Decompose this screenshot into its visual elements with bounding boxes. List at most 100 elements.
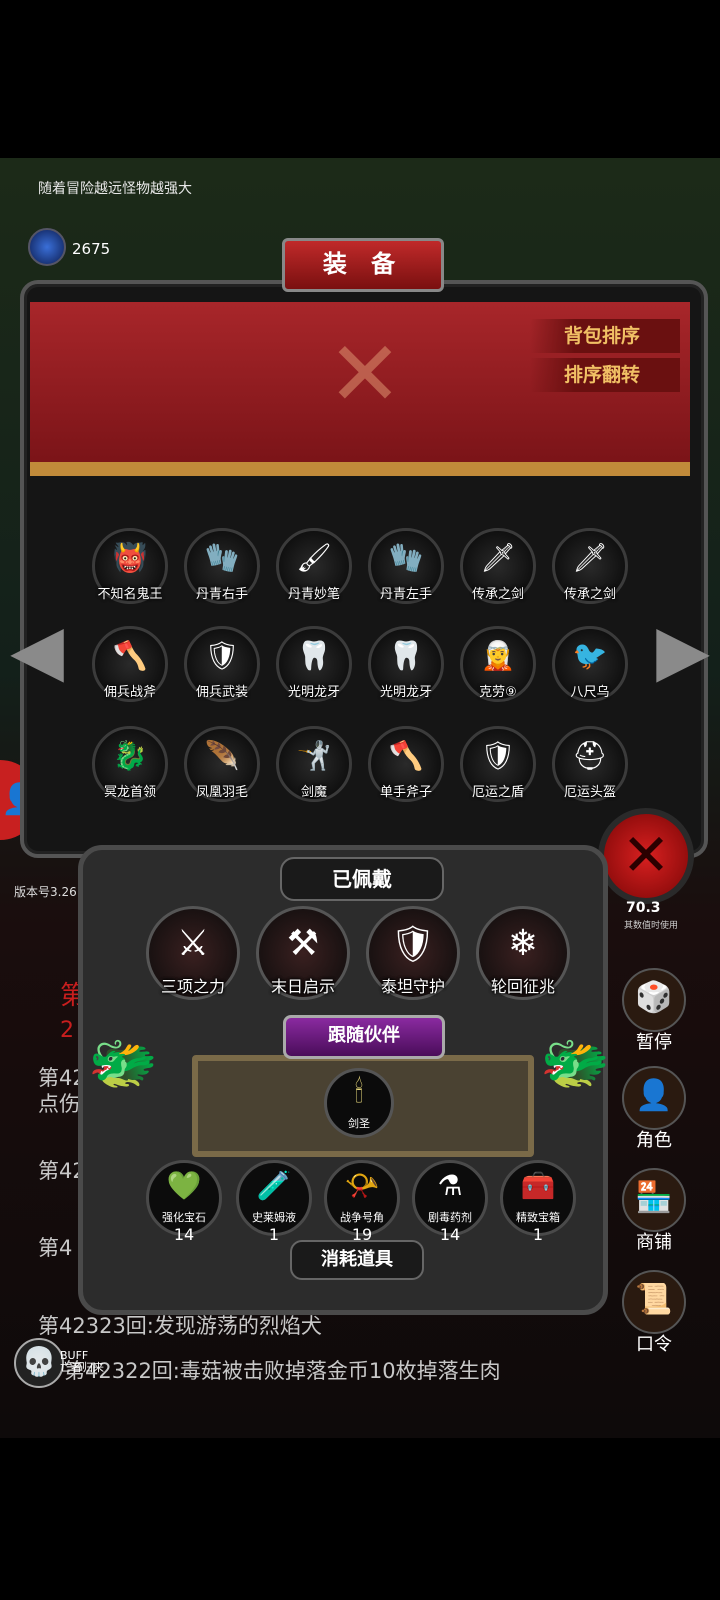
titan-armor-icon: 🛡 bbox=[390, 924, 436, 965]
equipment-label: 佣兵武装 bbox=[195, 685, 248, 700]
equipment-label: 不知名鬼王 bbox=[97, 587, 163, 602]
equipment-label: 光明龙牙 bbox=[379, 685, 432, 700]
horn-icon: 📯 bbox=[344, 1169, 380, 1202]
consumable-slot[interactable]: 🧪 史莱姆液 1 bbox=[236, 1160, 312, 1244]
consumable-label: 精致宝箱 bbox=[516, 1211, 560, 1224]
side-menu-label[interactable]: 暂停 bbox=[622, 1028, 686, 1054]
consumable-count: 1 bbox=[532, 1225, 544, 1244]
consumable-count: 14 bbox=[439, 1225, 461, 1244]
equipment-slot[interactable]: ⛑ 厄运头盔 bbox=[552, 726, 628, 802]
side-menu-button[interactable]: 📜 bbox=[622, 1270, 686, 1334]
companion-slot[interactable]: 🕯 剑圣 bbox=[324, 1068, 394, 1138]
side-menu-label[interactable]: 口令 bbox=[622, 1330, 686, 1356]
equipment-label: 丹青左手 bbox=[379, 587, 432, 602]
character-icon: 🧝 bbox=[480, 639, 516, 672]
equipment-slot[interactable]: 🤺 剑魔 bbox=[276, 726, 352, 802]
equipped-label: 轮回征兆 bbox=[490, 977, 555, 996]
chest-icon: 🧰 bbox=[520, 1169, 556, 1202]
sword-icon: 🗡 bbox=[572, 541, 608, 574]
consumable-slot[interactable]: ⚗ 剧毒药剂 14 bbox=[412, 1160, 488, 1244]
equipment-slot[interactable]: 🦷 光明龙牙 bbox=[368, 626, 444, 702]
equipped-label: 三项之力 bbox=[160, 977, 225, 996]
consumable-count: 14 bbox=[173, 1225, 195, 1244]
log-fragment: 第4 bbox=[38, 1236, 73, 1260]
equipment-slot[interactable]: 🪓 佣兵战斧 bbox=[92, 626, 168, 702]
glove-icon: 🧤 bbox=[204, 541, 240, 574]
next-page-arrow-icon[interactable]: ▶ bbox=[650, 585, 716, 715]
hooded-figure-icon: 👤 bbox=[635, 1078, 673, 1113]
ice-scepter-icon: ❄ bbox=[507, 923, 539, 964]
equipped-label: 泰坦守护 bbox=[380, 977, 445, 996]
scroll-icon: 📜 bbox=[635, 1282, 673, 1317]
log-line: 第42322回:毒菇被击败掉落金币10枚掉落生肉 bbox=[64, 1359, 501, 1383]
consumable-slot[interactable]: 🧰 精致宝箱 1 bbox=[500, 1160, 576, 1244]
side-menu-button[interactable]: 🏪 bbox=[622, 1168, 686, 1232]
side-menu-label[interactable]: 角色 bbox=[622, 1126, 686, 1152]
gem-count: 2675 bbox=[72, 240, 111, 258]
consumable-label: 剧毒药剂 bbox=[428, 1211, 472, 1224]
equipment-slot[interactable]: 🗡 传承之剑 bbox=[552, 528, 628, 604]
equipped-slot[interactable]: ❄ 轮回征兆 bbox=[476, 906, 570, 1000]
doom-axe-icon: ⚒ bbox=[286, 923, 320, 964]
equipment-slot[interactable]: 🦷 光明龙牙 bbox=[276, 626, 352, 702]
equipment-label: 丹青右手 bbox=[195, 587, 248, 602]
equipped-slot[interactable]: ⚔ 三项之力 bbox=[146, 906, 240, 1000]
equipped-slot[interactable]: 🛡 泰坦守护 bbox=[366, 906, 460, 1000]
sort-backpack-button[interactable]: 背包排序 bbox=[530, 319, 680, 353]
gem-icon bbox=[28, 228, 66, 266]
shield-icon: 🛡 bbox=[480, 739, 516, 772]
equipment-slot[interactable]: 🐉 冥龙首领 bbox=[92, 726, 168, 802]
equipment-slot[interactable]: 🖌 丹青妙笔 bbox=[276, 528, 352, 604]
dragon-statue-icon: 🐲 bbox=[88, 1031, 158, 1096]
sword-icon: 🗡 bbox=[480, 541, 516, 574]
equipment-slot[interactable]: 🪓 单手斧子 bbox=[368, 726, 444, 802]
potion-icon: 🧪 bbox=[256, 1169, 292, 1202]
axe-icon: 🪓 bbox=[388, 739, 424, 772]
sword-demon-icon: 🤺 bbox=[296, 739, 332, 772]
dice-icon: 🎲 bbox=[635, 980, 673, 1015]
log-line: 第42323回:发现游荡的烈焰犬 bbox=[38, 1314, 322, 1338]
sword-saint-icon: 🕯 bbox=[354, 1075, 364, 1110]
buff-label: BUFF 亡者归来 bbox=[60, 1350, 104, 1374]
close-button[interactable]: ✕ bbox=[598, 808, 694, 904]
fang-icon: 🦷 bbox=[388, 639, 424, 672]
triforce-icon: ⚔ bbox=[176, 923, 210, 964]
skull-buff-icon[interactable]: 💀 bbox=[14, 1338, 64, 1388]
equipment-label: 厄运之盾 bbox=[471, 785, 524, 800]
axe-icon: 🪓 bbox=[112, 639, 148, 672]
equipment-slot[interactable]: 👹 不知名鬼王 bbox=[92, 528, 168, 604]
demon-king-icon: 👹 bbox=[112, 541, 148, 574]
equipment-label: 单手斧子 bbox=[379, 785, 432, 800]
equipment-slot[interactable]: 🛡 厄运之盾 bbox=[460, 726, 536, 802]
equipped-slot[interactable]: ⚒ 末日启示 bbox=[256, 906, 350, 1000]
counter-value: 70.3 bbox=[626, 900, 661, 916]
equipment-label: 剑魔 bbox=[300, 785, 327, 800]
log-fragment: 点伤 bbox=[38, 1092, 80, 1116]
companion-label: 剑圣 bbox=[348, 1117, 370, 1130]
brush-icon: 🖌 bbox=[296, 541, 332, 574]
shop-icon: 🏪 bbox=[635, 1180, 673, 1215]
glove-icon: 🧤 bbox=[388, 541, 424, 574]
consumables-title: 消耗道具 bbox=[290, 1240, 424, 1280]
equipment-slot[interactable]: 🧝 克劳⑨ bbox=[460, 626, 536, 702]
equipment-slot[interactable]: 🐦 八尺乌 bbox=[552, 626, 628, 702]
bone-dragon-icon: 🐉 bbox=[112, 739, 148, 772]
reverse-sort-button[interactable]: 排序翻转 bbox=[530, 358, 680, 392]
side-menu-label[interactable]: 商铺 bbox=[622, 1228, 686, 1254]
side-menu-button[interactable]: 👤 bbox=[622, 1066, 686, 1130]
equipment-slot[interactable]: 🧤 丹青右手 bbox=[184, 528, 260, 604]
equipment-label: 凤凰羽毛 bbox=[195, 785, 248, 800]
equipment-slot[interactable]: 🪶 凤凰羽毛 bbox=[184, 726, 260, 802]
consumable-slot[interactable]: 💚 强化宝石 14 bbox=[146, 1160, 222, 1244]
helmet-icon: ⛑ bbox=[572, 739, 608, 772]
consumable-slot[interactable]: 📯 战争号角 19 bbox=[324, 1160, 400, 1244]
version-label: 版本号3.26 bbox=[14, 885, 77, 899]
previous-page-arrow-icon[interactable]: ◀ bbox=[4, 585, 70, 715]
equipment-slot[interactable]: 🧤 丹青左手 bbox=[368, 528, 444, 604]
equipped-title: 已佩戴 bbox=[280, 857, 444, 901]
equipment-slot[interactable]: 🛡 佣兵武装 bbox=[184, 626, 260, 702]
side-menu-button[interactable]: 🎲 bbox=[622, 968, 686, 1032]
hint-text: 随着冒险越远怪物越强大 bbox=[38, 181, 192, 197]
equipment-slot[interactable]: 🗡 传承之剑 bbox=[460, 528, 536, 604]
consumable-label: 史莱姆液 bbox=[252, 1211, 296, 1224]
